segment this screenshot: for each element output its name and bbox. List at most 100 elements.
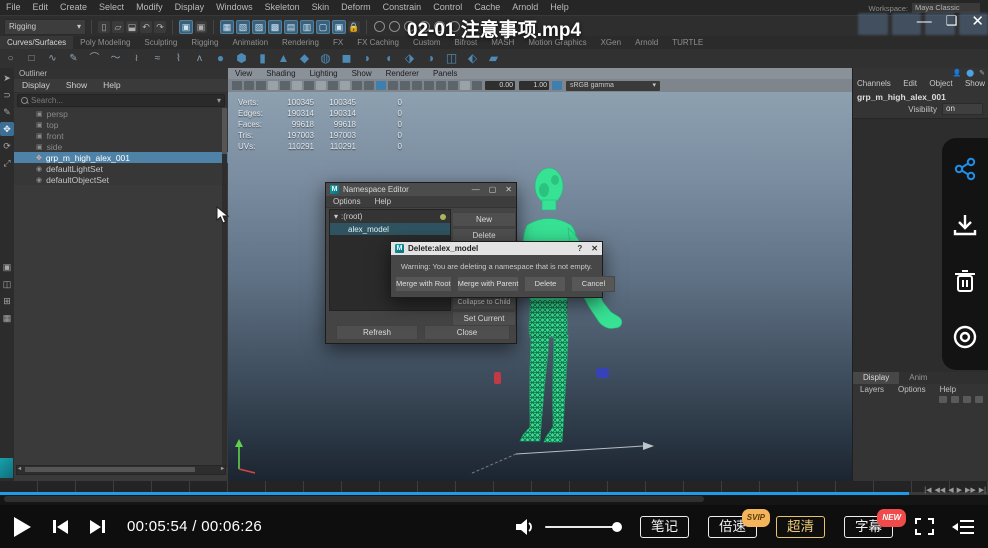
character-set-icon[interactable]: 👤	[953, 69, 962, 77]
attach-curve-icon[interactable]: ≈	[147, 49, 168, 68]
gamma-field[interactable]: 1.00	[519, 81, 549, 90]
vp-menu-view[interactable]: View	[228, 68, 259, 79]
select-by-hierarchy-icon[interactable]: ▣	[179, 20, 193, 34]
mirror-tool-icon[interactable]: ◫	[441, 49, 462, 68]
shelf-tab[interactable]: Rendering	[275, 36, 326, 49]
volume-icon[interactable]	[515, 518, 535, 536]
menu-file[interactable]: File	[0, 0, 27, 15]
dialog-titlebar[interactable]: M Delete:alex_model ? ✕	[391, 242, 602, 255]
view-transform-dropdown[interactable]: sRGB gamma▾	[566, 81, 660, 91]
loft-tool-icon[interactable]: ◖	[378, 49, 399, 68]
undo-icon[interactable]: ↶	[140, 21, 152, 33]
volume-knob[interactable]	[612, 522, 622, 532]
help-icon[interactable]: ?	[577, 244, 582, 253]
scroll-left-icon[interactable]: ◂	[18, 466, 21, 473]
detach-curve-icon[interactable]: ⌇	[168, 49, 189, 68]
maximize-icon[interactable]: ▢	[489, 185, 497, 194]
vp-shaded-icon[interactable]	[388, 81, 398, 90]
layout-single-icon[interactable]: ▣	[0, 260, 14, 274]
torus-tool-icon[interactable]: ◍	[315, 49, 336, 68]
cb-menu-object[interactable]: Object	[929, 78, 952, 90]
step-forward-icon[interactable]: ▶▶	[965, 486, 976, 496]
outliner-menu-display[interactable]: Display	[14, 79, 58, 92]
menu-select[interactable]: Select	[93, 0, 130, 15]
select-tool-icon[interactable]: ➤	[0, 71, 14, 85]
layer-icon[interactable]	[939, 396, 947, 403]
quality-button[interactable]: 超清	[776, 516, 825, 538]
maya-time-slider[interactable]	[0, 481, 988, 492]
menu-control[interactable]: Control	[427, 0, 468, 15]
outliner-item-top[interactable]: ▣top	[14, 119, 228, 130]
rotate-tool-icon[interactable]: ⟳	[0, 139, 14, 153]
redo-icon[interactable]: ↷	[154, 21, 166, 33]
outliner-item-selected[interactable]: ✥grp_m_high_alex_001	[14, 152, 228, 163]
square-tool-icon[interactable]: □	[21, 49, 42, 68]
tab-display[interactable]: Display	[853, 372, 899, 384]
outliner-item-front[interactable]: ▣front	[14, 130, 228, 141]
step-back-icon[interactable]: ◀	[948, 486, 953, 496]
step-back-key-icon[interactable]: ◀◀	[934, 486, 945, 496]
outliner-item-persp[interactable]: ▣persp	[14, 108, 228, 119]
cb-menu-channels[interactable]: Channels	[857, 78, 891, 90]
close-icon[interactable]: ✕	[591, 244, 598, 253]
layout-two-pane-icon[interactable]: ◫	[0, 277, 14, 291]
menuset-dropdown[interactable]: Rigging▾	[4, 19, 86, 35]
outliner-item-side[interactable]: ▣side	[14, 141, 228, 152]
sphere-tool-icon[interactable]: ●	[210, 49, 231, 68]
close-icon[interactable]: ✕	[505, 185, 512, 194]
delete-button[interactable]: Delete	[524, 276, 566, 292]
vp-film-gate-icon[interactable]	[316, 81, 326, 90]
vp-safe-action-icon[interactable]	[364, 81, 374, 90]
next-button[interactable]	[90, 520, 105, 534]
boolean-tool-icon[interactable]: ◑	[420, 49, 441, 68]
shelf-tab[interactable]: Poly Modeling	[73, 36, 137, 49]
vp-shadows-icon[interactable]	[424, 81, 434, 90]
vp-camera-icon[interactable]	[232, 81, 242, 90]
attribute-value-field[interactable]: on	[942, 103, 983, 115]
menu-cache[interactable]: Cache	[468, 0, 506, 15]
shelf-tab[interactable]: XGen	[594, 36, 628, 49]
revolve-tool-icon[interactable]: ◗	[357, 49, 378, 68]
layout-four-pane-icon[interactable]: ⊞	[0, 294, 14, 308]
outliner-hscrollbar[interactable]: ◂ ▸	[16, 465, 226, 475]
shelf-tab[interactable]: FX	[326, 36, 350, 49]
outliner-menu-show[interactable]: Show	[58, 79, 95, 92]
menu-help[interactable]: Help	[544, 0, 575, 15]
vp-menu-shading[interactable]: Shading	[259, 68, 302, 79]
vp-resolution-gate-icon[interactable]	[328, 81, 338, 90]
delete-video-button[interactable]	[954, 256, 976, 306]
ns-new-button[interactable]: New	[452, 212, 516, 227]
vp-bookmark-icon[interactable]	[256, 81, 266, 90]
move-tool-icon[interactable]: ✥	[0, 122, 14, 136]
shelf-tab[interactable]: Rigging	[184, 36, 225, 49]
download-button[interactable]	[953, 200, 977, 250]
lasso-tool-icon[interactable]: ⊃	[0, 88, 14, 102]
vp-field-chart-icon[interactable]	[352, 81, 362, 90]
menu-display[interactable]: Display	[169, 0, 211, 15]
curve-edit-icon[interactable]: ≀	[126, 49, 147, 68]
tab-anim[interactable]: Anim	[899, 372, 937, 384]
scroll-right-icon[interactable]: ▸	[221, 466, 224, 473]
cone-tool-icon[interactable]: ▲	[273, 49, 294, 68]
cancel-button[interactable]: Cancel	[571, 276, 615, 292]
vp-gate-mask-icon[interactable]	[340, 81, 350, 90]
chevron-down-icon[interactable]: ▾	[217, 96, 221, 105]
shelf-tab[interactable]: Sculpting	[137, 36, 184, 49]
lock-icon[interactable]: 🔒	[348, 21, 360, 33]
vp-select-camera-icon[interactable]	[244, 81, 254, 90]
layer-menu-options[interactable]: Options	[891, 384, 933, 396]
sphere-toggle-icon[interactable]: ⬤	[966, 69, 974, 77]
merge-with-root-button[interactable]: Merge with Root	[395, 276, 452, 292]
make-live-icon[interactable]: ▥	[300, 20, 314, 34]
shelf-tab[interactable]: Animation	[225, 36, 275, 49]
record-button[interactable]	[952, 312, 978, 362]
menu-deform[interactable]: Deform	[335, 0, 377, 15]
minimize-window-icon[interactable]: —	[917, 13, 932, 30]
menu-create[interactable]: Create	[54, 0, 93, 15]
ipr-render-icon[interactable]	[389, 21, 400, 32]
vp-grid-icon[interactable]	[304, 81, 314, 90]
blue-locator[interactable]	[596, 368, 609, 378]
vp-wireframe-icon[interactable]	[376, 81, 386, 90]
subtitle-button[interactable]: 字幕 NEW	[844, 516, 893, 538]
close-window-icon[interactable]: ✕	[971, 12, 984, 30]
